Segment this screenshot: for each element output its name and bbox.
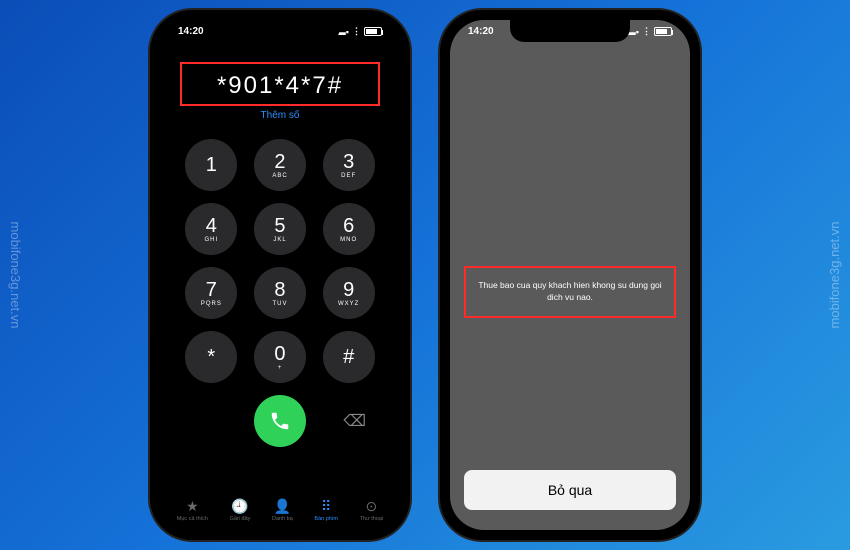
key-7[interactable]: 7PQRS	[185, 267, 237, 319]
wifi-icon: ⋮	[642, 26, 651, 37]
keypad: 1 2ABC 3DEF 4GHI 5JKL 6MNO 7PQRS 8TUV 9WXYZ * 0+ #	[160, 139, 400, 383]
tab-3[interactable]: ⠿Bàn phím	[314, 498, 338, 522]
key-6[interactable]: 6MNO	[323, 203, 375, 255]
delete-button[interactable]: ⌫	[343, 411, 366, 431]
key-5[interactable]: 5JKL	[254, 203, 306, 255]
battery-icon	[364, 27, 382, 36]
watermark-right: mobifone3g.net.vn	[827, 222, 842, 329]
notch	[220, 20, 340, 42]
ussd-message-highlight: Thue bao cua quy khach hien khong su dun…	[464, 266, 676, 318]
key-0[interactable]: 0+	[254, 331, 306, 383]
status-time: 14:20	[178, 26, 204, 37]
key-#[interactable]: #	[323, 331, 375, 383]
tab-1[interactable]: 🕘Gần đây	[230, 498, 251, 522]
phone-icon	[269, 410, 291, 432]
notch	[510, 20, 630, 42]
tab-2[interactable]: 👤Danh bạ	[272, 498, 293, 522]
key-2[interactable]: 2ABC	[254, 139, 306, 191]
result-screen: 14:20 ▬▪ ⋮ Thue bao cua quy khach hien k…	[450, 20, 690, 530]
wifi-icon: ⋮	[352, 26, 361, 37]
key-8[interactable]: 8TUV	[254, 267, 306, 319]
ussd-message: Thue bao cua quy khach hien khong su dun…	[474, 280, 666, 304]
dialed-number-highlight: *901*4*7#	[180, 62, 380, 106]
key-4[interactable]: 4GHI	[185, 203, 237, 255]
dialed-number: *901*4*7#	[186, 72, 374, 100]
battery-icon	[654, 27, 672, 36]
dialer-screen: 14:20 ▬▪ ⋮ *901*4*7# Thêm số 12ABC3DEF4G…	[160, 20, 400, 530]
tab-4[interactable]: ⊙Thư thoại	[360, 498, 384, 522]
phone-dialer: 14:20 ▬▪ ⋮ *901*4*7# Thêm số 12ABC3DEF4G…	[150, 10, 410, 540]
add-number-link[interactable]: Thêm số	[180, 110, 380, 121]
tab-0[interactable]: ★Mục cả thích	[177, 498, 208, 522]
key-*[interactable]: *	[185, 331, 237, 383]
watermark-left: mobifone3g.net.vn	[8, 222, 23, 329]
key-9[interactable]: 9WXYZ	[323, 267, 375, 319]
tab-bar: ★Mục cả thích 🕘Gần đây 👤Danh bạ ⠿Bàn phím ⊙T…	[160, 498, 400, 522]
phone-result: 14:20 ▬▪ ⋮ Thue bao cua quy khach hien k…	[440, 10, 700, 540]
call-button[interactable]	[254, 395, 306, 447]
key-3[interactable]: 3DEF	[323, 139, 375, 191]
dismiss-button[interactable]: Bỏ qua	[464, 470, 676, 510]
status-time: 14:20	[468, 26, 494, 37]
key-1[interactable]: 1	[185, 139, 237, 191]
